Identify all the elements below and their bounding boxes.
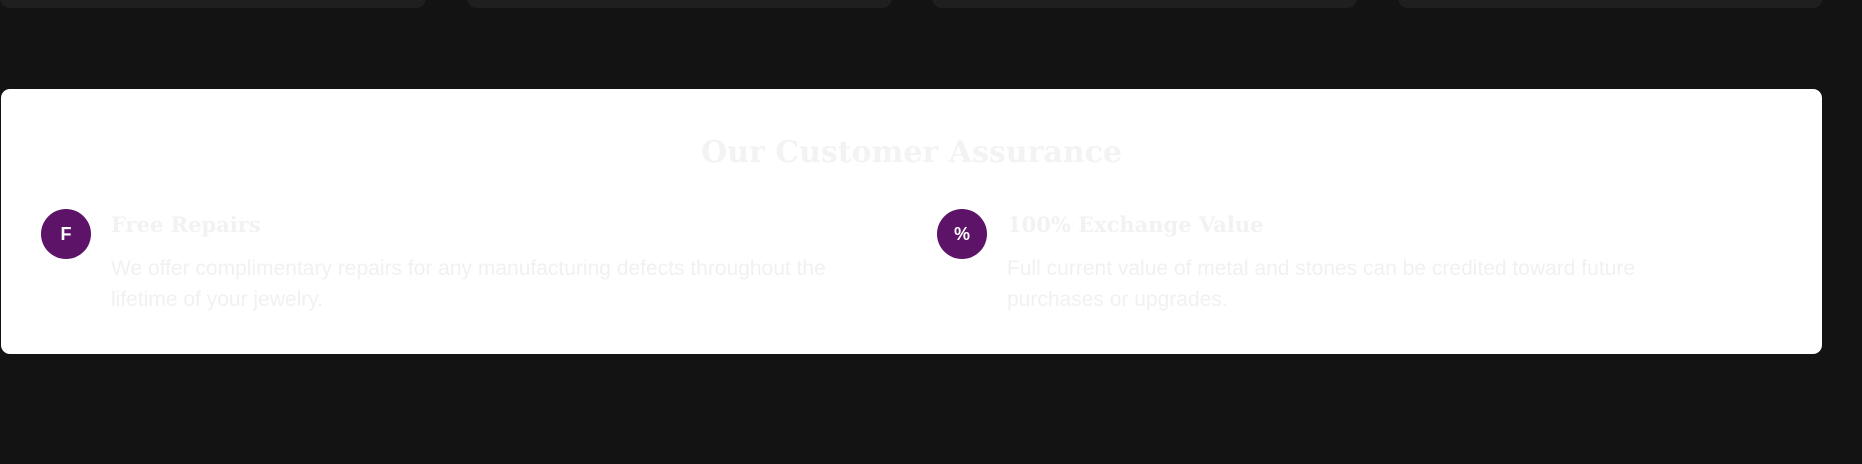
feature-description: We offer complimentary repairs for any m… [111,257,826,311]
free-repairs-badge-icon: F [41,209,91,259]
assurance-title: Our Customer Assurance [701,135,1122,170]
feature-heading: 100% Exchange Value [1007,212,1264,237]
top-card-row [0,0,1862,9]
top-card [467,0,892,8]
feature-heading: Free Repairs [111,212,261,237]
top-card [0,0,426,8]
top-card [932,0,1357,8]
customer-assurance-panel: Our Customer Assurance F Free Repairs We… [1,89,1822,354]
feature-exchange-value: % 100% Exchange Value Full current value… [937,209,1717,329]
page: Our Customer Assurance F Free Repairs We… [0,0,1862,464]
top-card [1398,0,1823,8]
percent-badge-icon: % [937,209,987,259]
feature-description: Full current value of metal and stones c… [1007,257,1636,311]
feature-free-repairs: F Free Repairs We offer complimentary re… [41,209,826,329]
